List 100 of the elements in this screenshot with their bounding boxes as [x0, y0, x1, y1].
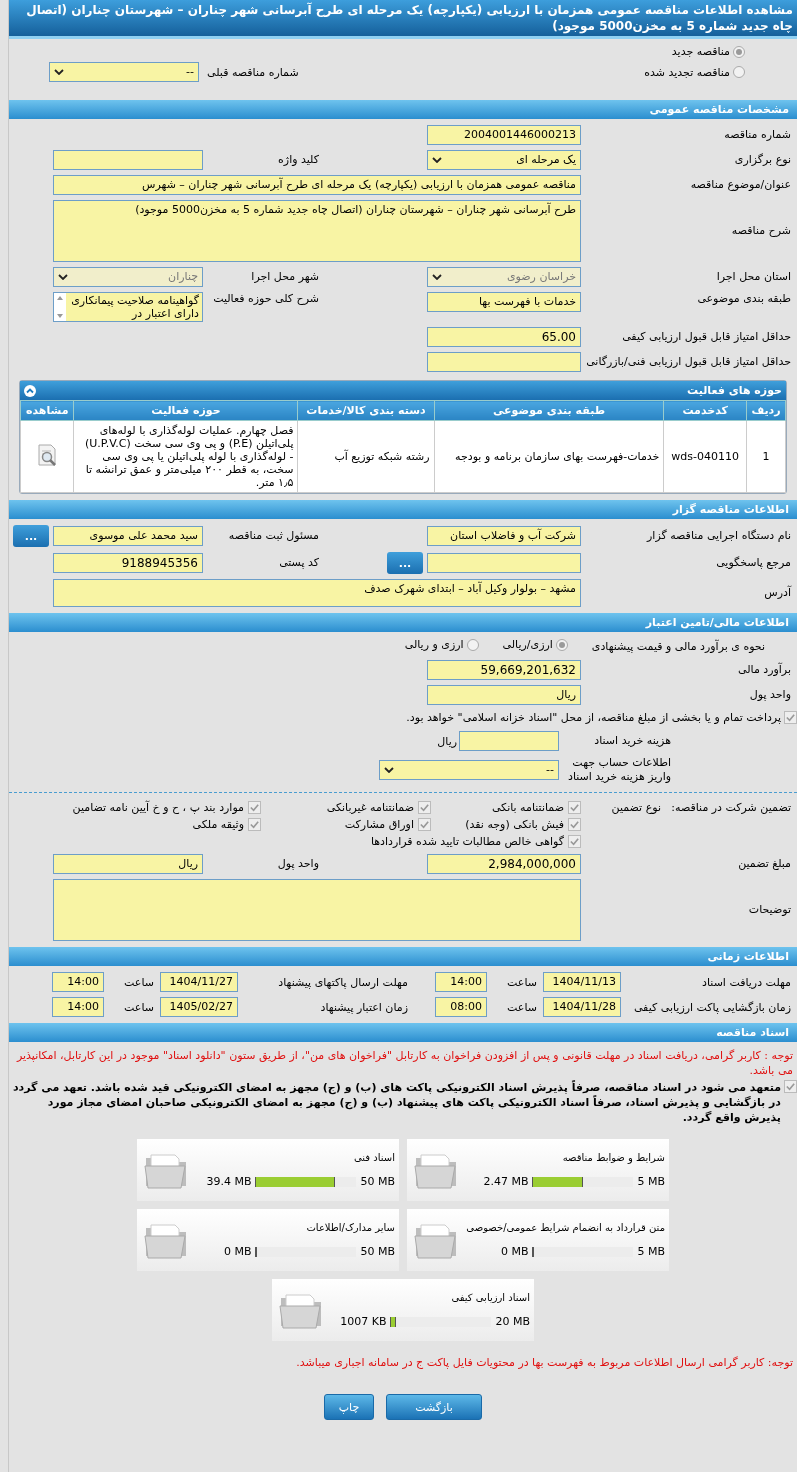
- radio-button[interactable]: [555, 638, 568, 651]
- province-select[interactable]: خراسان رضوی: [427, 267, 581, 287]
- caret-icon: [432, 274, 442, 280]
- keyword-field[interactable]: [53, 150, 203, 170]
- field-label: واحد پول: [276, 857, 319, 871]
- field-label: عنوان/موضوع مناقصه: [689, 178, 791, 192]
- field-label: برآورد مالی: [737, 663, 791, 677]
- account-select[interactable]: --: [379, 760, 559, 780]
- radio-button[interactable]: [733, 45, 745, 58]
- notice-text: توجه: کاربر گرامی ارسال اطلاعات مربوط به فهرست بها در محتویات فایل پاکت ج در سامانه اجباری میباشد.: [295, 1355, 793, 1370]
- field-label: نوع تضمین: [610, 801, 661, 816]
- date-field[interactable]: 1404/11/13: [543, 972, 621, 992]
- unit-label: ریال: [437, 734, 457, 748]
- caret-icon: [54, 69, 64, 75]
- size-limit: 20 MB: [495, 1315, 530, 1328]
- size-limit: 50 MB: [360, 1175, 395, 1188]
- time-field[interactable]: 14:00: [52, 972, 104, 992]
- time-field[interactable]: 14:00: [435, 972, 487, 992]
- section-header: اطلاعات مناقصه گزار: [9, 500, 797, 519]
- date-field[interactable]: 1404/11/27: [160, 972, 238, 992]
- field-label: شهر محل اجرا: [250, 270, 319, 284]
- city-select[interactable]: چناران: [53, 267, 203, 287]
- registrar-field[interactable]: سید محمد علی موسوی: [53, 526, 203, 546]
- category-field[interactable]: خدمات با فهرست بها: [427, 292, 581, 312]
- guarantee-amount-field[interactable]: 2,984,000,000: [427, 854, 581, 874]
- currency-field[interactable]: ریال: [53, 854, 203, 874]
- date-field[interactable]: 1405/02/27: [160, 997, 238, 1017]
- field-label: ساعت: [123, 975, 155, 989]
- checkbox[interactable]: [568, 801, 581, 814]
- section-header: اسناد مناقصه: [9, 1023, 797, 1042]
- caret-icon: [58, 274, 68, 280]
- field-label: ساعت: [506, 975, 538, 989]
- checkbox[interactable]: [568, 818, 581, 831]
- checkbox[interactable]: [784, 711, 797, 724]
- commitment-text: متعهد می شود در اسناد مناقصه، صرفاً پذیرش اسناد الکترونیکی پاکت های (ب) و (ج) مجهز به امضای الکترونیکی قید شده باشد. تعهد می گردد در بازگشایی و پذیرش اسناد، صرفاً اسناد الکترونیکی پاکت های پیشنهاد (ب) و (ج) مجهز به امضای الکترونیکی صاحبان امضای مجاز مورد پذیرش واقع گردد.: [11, 1080, 781, 1125]
- collapse-icon[interactable]: [24, 384, 36, 397]
- address-field[interactable]: مشهد – بولوار وکیل آباد – ابتدای شهرک صدف: [53, 579, 581, 607]
- checkbox-label: موارد بند پ ، ح و خ آیین نامه تضامین: [72, 801, 244, 814]
- caret-icon: [432, 157, 442, 163]
- time-field[interactable]: 08:00: [435, 997, 487, 1017]
- document-fee-field[interactable]: [459, 731, 559, 751]
- field-label: زمان بازگشایی پاکت ارزیابی کیفی: [632, 1000, 791, 1014]
- print-button[interactable]: چاپ: [324, 1394, 374, 1420]
- time-field[interactable]: 14:00: [52, 997, 104, 1017]
- folder-name: متن قرارداد به انضمام شرایط عمومی/خصوصی: [465, 1222, 665, 1233]
- field-label: حداقل امتیاز قابل قبول ارزیابی کیفی: [621, 330, 791, 344]
- table-cell: خدمات-فهرست بهای سازمان برنامه و بودجه: [434, 420, 664, 493]
- browse-button[interactable]: ...: [13, 525, 49, 547]
- previous-tender-select[interactable]: --: [49, 62, 199, 82]
- radio-button[interactable]: [466, 638, 479, 651]
- radio-button[interactable]: [733, 66, 745, 78]
- panel-title: حوزه های فعالیت: [687, 384, 782, 397]
- table-cell: wds-040110: [663, 420, 747, 493]
- size-limit: 5 MB: [637, 1175, 665, 1188]
- tender-number-field[interactable]: 2004001446000213: [427, 125, 581, 145]
- checkbox-label: ضمانتنامه بانکی: [491, 801, 564, 814]
- agency-field[interactable]: شرکت آب و فاضلاب استان: [427, 526, 581, 546]
- checkbox[interactable]: [418, 801, 431, 814]
- field-label: ساعت: [506, 1000, 538, 1014]
- estimate-field[interactable]: 59,669,201,632: [427, 660, 581, 680]
- column-header: حوزه فعالیت: [73, 400, 298, 421]
- back-button[interactable]: بازگشت: [386, 1394, 482, 1420]
- field-label: مسئول ثبت مناقصه: [227, 529, 319, 543]
- size-used: 2.47 MB: [483, 1175, 529, 1188]
- reference-field[interactable]: [427, 553, 581, 573]
- date-field[interactable]: 1404/11/28: [543, 997, 621, 1017]
- subject-field[interactable]: مناقصه عمومی همزمان با ارزیابی (یکپارچه) یک مرحله ای طرح آبرسانی شهر چناران – شهرس: [53, 175, 581, 195]
- field-label: شرح کلی حوزه فعالیت: [212, 292, 319, 306]
- size-limit: 50 MB: [360, 1245, 395, 1258]
- holding-type-select[interactable]: یک مرحله ای: [427, 150, 581, 170]
- field-label: مبلغ تضمین: [737, 857, 791, 871]
- field-label: طبقه بندی موضوعی: [696, 292, 791, 306]
- field-label: نام دستگاه اجرایی مناقصه گزار: [645, 529, 791, 543]
- section-header: مشخصات مناقصه عمومی: [9, 100, 797, 119]
- min-technical-score-field[interactable]: [427, 352, 581, 372]
- checkbox[interactable]: [568, 835, 581, 848]
- column-header: دسته بندی کالا/خدمات: [297, 400, 435, 421]
- checkbox[interactable]: [418, 818, 431, 831]
- notes-field[interactable]: [53, 879, 581, 941]
- browse-button[interactable]: ...: [387, 552, 423, 574]
- folder-name: سایر مدارک/اطلاعات: [305, 1222, 395, 1233]
- description-field[interactable]: طرح آبرسانی شهر چناران – شهرستان چناران (اتصال چاه جدید شماره 5 به مخزن5000 موجود): [53, 200, 581, 262]
- page-title: مشاهده اطلاعات مناقصه عمومی همزمان با ارزیابی (یکپارچه) یک مرحله ای طرح آبرسانی شهر چناران – شهرستان چناران (اتصال چاه جدید شماره 5 به مخزن5000 موجود): [9, 0, 797, 39]
- field-label: مهلت ارسال پاکتهای پیشنهاد: [277, 975, 408, 989]
- min-quality-score-field[interactable]: 65.00: [427, 327, 581, 347]
- section-header: اطلاعات زمانی: [9, 947, 797, 966]
- currency-field[interactable]: ریال: [427, 685, 581, 705]
- checkbox-label: فیش بانکی (وجه نقد): [465, 818, 564, 831]
- field-label: ساعت: [123, 1000, 155, 1014]
- checkbox[interactable]: [248, 801, 261, 814]
- activity-scope-field[interactable]: گواهینامه صلاحیت پیمانکاری دارای اعتبار در: [53, 292, 203, 322]
- field-label: اطلاعات حساب جهت واریز هزینه خرید اسناد: [567, 756, 671, 784]
- folder-name: اسناد فنی: [353, 1152, 395, 1163]
- table-cell: 1: [746, 420, 786, 493]
- checkbox-label: پرداخت تمام و یا بخشی از مبلغ مناقصه، از محل "اسناد خزانه اسلامی" خواهد بود.: [406, 711, 781, 725]
- postal-code-field[interactable]: 9188945356: [53, 553, 203, 573]
- checkbox[interactable]: [784, 1080, 797, 1093]
- scrollbar[interactable]: [54, 293, 66, 321]
- checkbox[interactable]: [248, 818, 261, 831]
- field-label: نوع برگزاری: [733, 153, 791, 167]
